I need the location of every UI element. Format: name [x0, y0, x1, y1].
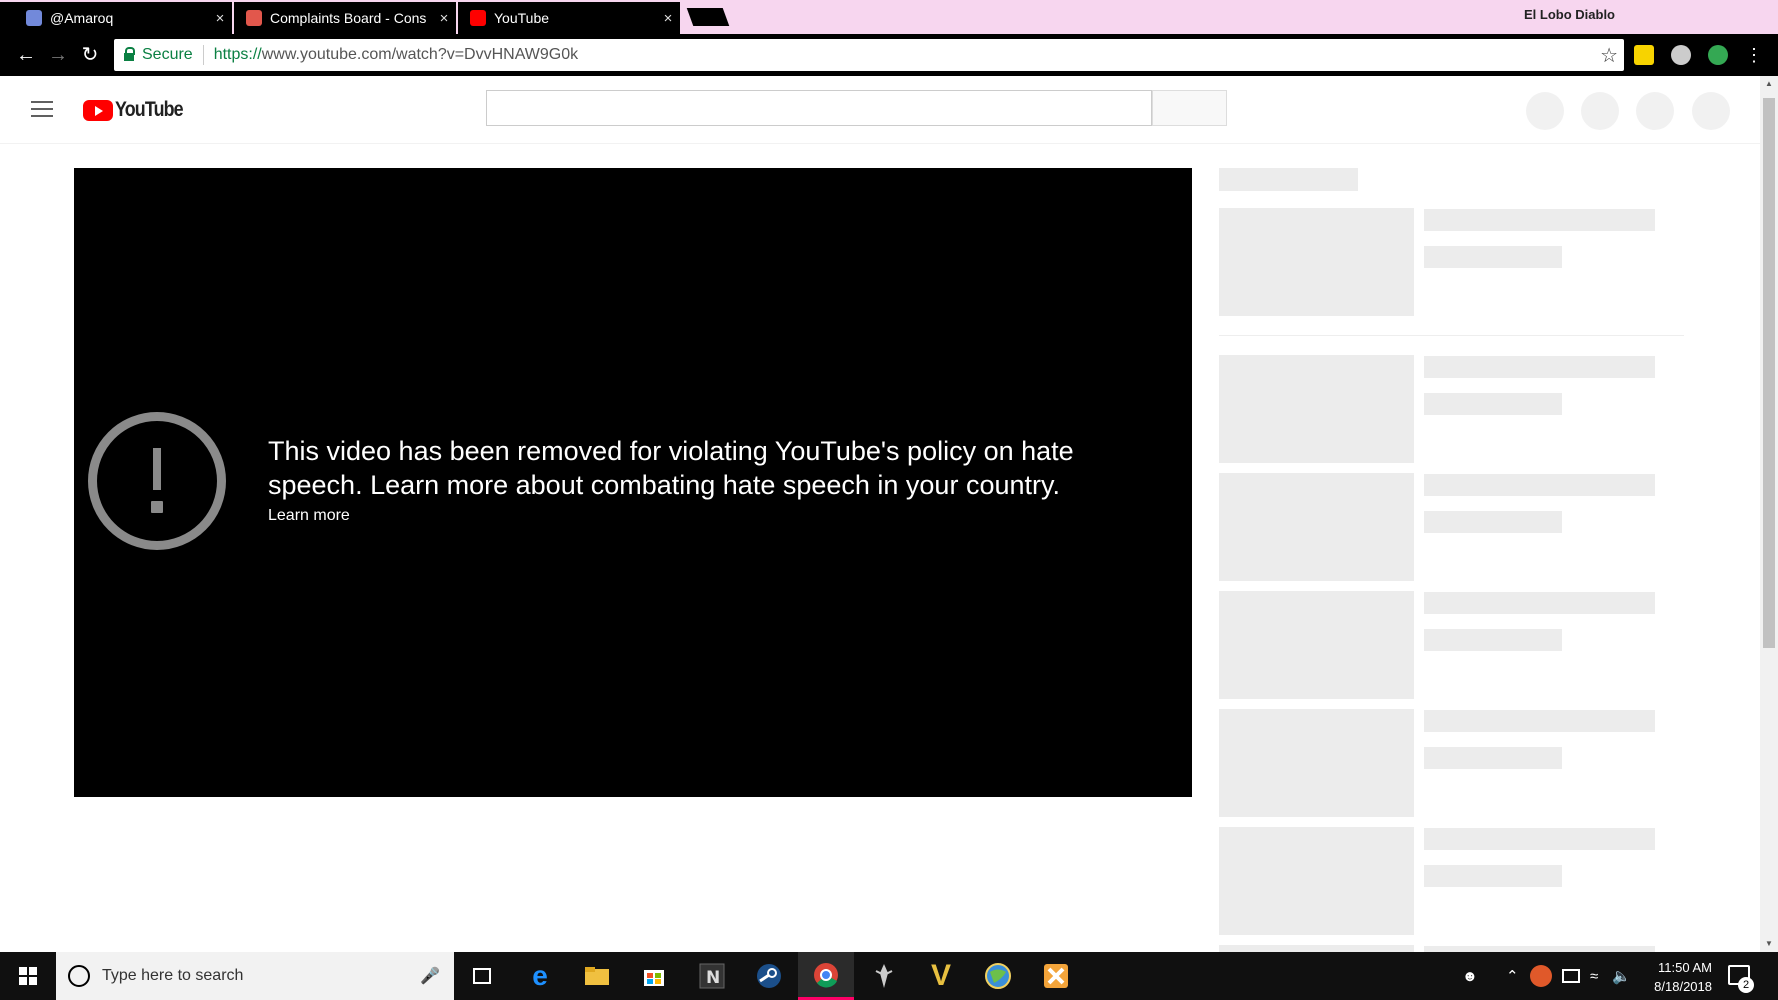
tab-strip: @Amaroq × Complaints Board - Cons × YouT…	[0, 0, 1778, 34]
store-icon[interactable]	[626, 952, 682, 1000]
skeleton-title-line	[1424, 474, 1655, 496]
forward-arrow-icon[interactable]: →	[46, 43, 70, 67]
skeleton-meta-line	[1424, 393, 1562, 415]
back-arrow-icon[interactable]: ←	[14, 43, 38, 67]
v-app-icon[interactable]: V	[913, 952, 969, 1000]
chevron-up-icon[interactable]: ⌃	[1506, 952, 1519, 1000]
header-button-placeholder[interactable]	[1581, 92, 1619, 130]
windows-logo-icon	[19, 967, 37, 985]
taskbar-search-placeholder: Type here to search	[102, 967, 244, 984]
steam-icon[interactable]	[741, 952, 797, 1000]
removed-video-message: This video has been removed for violatin…	[268, 436, 1074, 500]
browser-toolbar: ← → ↻ Secure https:// www.youtube.com/wa…	[0, 34, 1778, 76]
profile-name[interactable]: El Lobo Diablo	[1524, 7, 1615, 22]
new-tab-button[interactable]	[686, 8, 730, 26]
skeleton-title-line	[1424, 209, 1655, 231]
bookmark-star-icon[interactable]: ☆	[1600, 43, 1618, 68]
tab-title: YouTube	[494, 10, 550, 26]
chrome-icon[interactable]	[798, 952, 854, 1000]
profile-extension-icon[interactable]	[1671, 45, 1691, 65]
youtube-header: YouTube	[0, 76, 1760, 144]
svg-text:N: N	[706, 968, 720, 988]
youtube-favicon-icon	[470, 10, 486, 26]
skeleton-thumbnail	[1219, 827, 1414, 935]
file-explorer-icon[interactable]	[569, 952, 625, 1000]
scroll-down-arrow-icon[interactable]: ▼	[1760, 936, 1778, 952]
skeleton-title-line	[1424, 592, 1655, 614]
tab-title: Complaints Board - Cons	[270, 10, 427, 26]
battery-icon[interactable]	[1562, 969, 1580, 983]
close-icon[interactable]: ×	[656, 10, 680, 27]
discord-favicon-icon	[26, 10, 42, 26]
notification-count-badge: 2	[1738, 977, 1754, 993]
task-view-icon[interactable]	[454, 952, 510, 1000]
tab-complaints-board[interactable]: Complaints Board - Cons ×	[234, 2, 456, 34]
skyrim-icon[interactable]	[856, 952, 912, 1000]
search-button[interactable]	[1152, 90, 1227, 126]
volume-icon[interactable]: 🔈	[1612, 952, 1631, 1000]
skeleton-meta-line	[1424, 511, 1562, 533]
green-search-extension-icon[interactable]	[1708, 45, 1728, 65]
globe-app-icon[interactable]	[970, 952, 1026, 1000]
complaints-board-favicon-icon	[246, 10, 262, 26]
secure-label: Secure	[142, 46, 193, 63]
windows-taskbar: Type here to search 🎤 e N V ☻ ⌃ ≈ 🔈 11:5…	[0, 952, 1778, 1000]
taskbar-search[interactable]: Type here to search 🎤	[56, 952, 454, 1000]
kebab-menu-icon[interactable]: ⋮	[1742, 43, 1766, 67]
clock-time: 11:50 AM	[1658, 960, 1712, 975]
tab-amaroq[interactable]: @Amaroq ×	[0, 2, 232, 34]
cortana-icon	[68, 965, 90, 987]
wifi-icon[interactable]: ≈	[1590, 952, 1598, 1000]
skeleton-thumbnail	[1219, 355, 1414, 463]
close-icon[interactable]: ×	[432, 10, 456, 27]
hamburger-menu-icon[interactable]	[31, 101, 53, 119]
skeleton-thumbnail	[1219, 591, 1414, 699]
skeleton-meta-line	[1424, 629, 1562, 651]
skeleton-title-line	[1424, 356, 1655, 378]
microphone-icon[interactable]: 🎤	[420, 966, 440, 986]
people-icon[interactable]: ☻	[1462, 952, 1478, 1000]
url-text: www.youtube.com/watch?v=DvvHNAW9G0k	[261, 46, 579, 63]
divider	[1219, 335, 1684, 336]
skeleton-meta-line	[1424, 865, 1562, 887]
youtube-play-icon	[83, 99, 113, 121]
close-icon[interactable]: ×	[208, 10, 232, 27]
divider	[202, 45, 204, 65]
address-bar[interactable]: Secure https:// www.youtube.com/watch?v=…	[114, 39, 1624, 71]
skeleton-title-line	[1424, 710, 1655, 732]
search-input[interactable]	[486, 90, 1152, 126]
tab-youtube[interactable]: YouTube ×	[458, 2, 680, 34]
header-button-placeholder[interactable]	[1526, 92, 1564, 130]
exclamation-icon	[88, 412, 226, 550]
w-extension-icon[interactable]	[1634, 45, 1654, 65]
header-button-placeholder[interactable]	[1636, 92, 1674, 130]
youtube-logo[interactable]: YouTube	[83, 98, 195, 122]
lock-icon	[124, 47, 135, 61]
skeleton-thumbnail	[1219, 473, 1414, 581]
skeleton-meta-line	[1424, 747, 1562, 769]
scroll-thumb[interactable]	[1763, 98, 1775, 648]
skeleton-heading	[1219, 168, 1358, 191]
avatar-placeholder[interactable]	[1692, 92, 1730, 130]
learn-more-link[interactable]: Learn more	[268, 507, 350, 525]
skeleton-thumbnail	[1219, 945, 1414, 952]
url-scheme: https://	[213, 46, 262, 63]
clock-date: 8/18/2018	[1654, 979, 1712, 994]
skeleton-title-line	[1424, 828, 1655, 850]
page-scrollbar[interactable]: ▲ ▼	[1760, 76, 1778, 952]
edge-icon[interactable]: e	[512, 952, 568, 1000]
clock[interactable]: 11:50 AM 8/18/2018	[1630, 958, 1712, 996]
reload-icon[interactable]: ↻	[78, 43, 102, 67]
scroll-up-arrow-icon[interactable]: ▲	[1760, 76, 1778, 92]
tab-title: @Amaroq	[50, 10, 114, 26]
video-player[interactable]: This video has been removed for violatin…	[74, 168, 1192, 797]
skeleton-thumbnail	[1219, 208, 1414, 316]
skeleton-thumbnail	[1219, 709, 1414, 817]
logo-text: YouTube	[115, 98, 184, 121]
cross-app-icon[interactable]	[1028, 952, 1084, 1000]
skeleton-meta-line	[1424, 246, 1562, 268]
n-app-icon[interactable]: N	[684, 952, 740, 1000]
tray-app-icon[interactable]	[1530, 965, 1552, 987]
start-button[interactable]	[0, 952, 56, 1000]
